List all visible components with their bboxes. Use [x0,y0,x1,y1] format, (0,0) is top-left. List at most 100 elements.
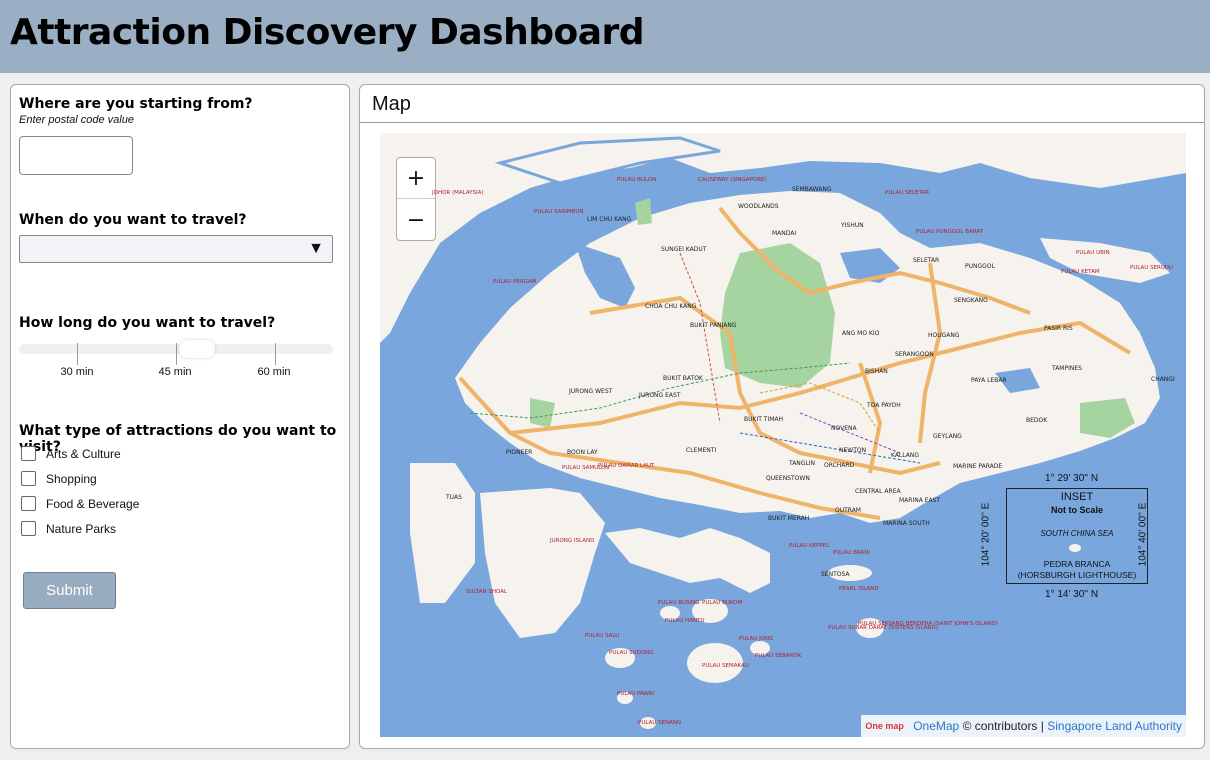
island-label: JOHOR (MALAYSIA) [432,190,484,196]
island-label: PULAU BUSING [658,600,700,606]
when-question: When do you want to travel? [19,212,247,228]
area-label: LIM CHU KANG [587,216,632,223]
area-label: TUAS [446,494,462,501]
checkbox-label: Nature Parks [46,522,117,536]
area-label: ORCHARD [824,462,855,469]
checkbox[interactable] [21,471,36,486]
island-label: PULAU SELETAR [885,190,930,196]
island-label: PULAU SENANG [638,720,682,726]
area-label: PASIR RIS [1044,325,1073,332]
area-label: BEDOK [1026,417,1048,424]
area-label: JURONG EAST [639,392,681,399]
map-card: Map + − INSET Not to Scale SOUTH CHINA S… [359,84,1205,749]
area-label: JURONG WEST [569,388,613,395]
area-label: TOA PAYOH [867,402,901,409]
inset-note: Not to Scale [1050,505,1103,515]
inset-lon-left: 104° 20' 00'' E [980,502,992,567]
app-header: Attraction Discovery Dashboard [0,0,1210,73]
area-label: BISHAN [865,368,888,375]
area-label: BUKIT BATOK [663,375,703,382]
inset-lat-bottom: 1° 14' 30'' N [1045,589,1099,600]
island-label: PULAU SEMAKAU [702,663,749,669]
duration-question: How long do you want to travel? [19,315,276,331]
sla-link[interactable]: Singapore Land Authority [1047,719,1182,733]
area-label: PAYA LEBAR [971,377,1007,384]
filter-panel: Where are you starting from? Enter posta… [10,84,350,749]
duration-tick-label: 30 min [60,366,94,378]
island-label: PULAU BRANI [833,550,870,556]
inset-box: INSET Not to Scale SOUTH CHINA SEA PEDRA… [1006,488,1148,584]
island-label: PULAU PERGAM [493,279,537,285]
area-label: SENTOSA [821,571,850,578]
island-label: PULAU HANTU [665,618,705,624]
island-label: PULAU SARIMBUN [534,209,584,215]
area-label: WOODLANDS [738,203,779,210]
travel-time-select[interactable]: ▼ [19,235,333,263]
duration-slider-thumb[interactable] [179,340,215,358]
island-label: PEARL ISLAND [839,586,879,592]
checkbox-label: Shopping [46,472,97,486]
area-label: MARINA SOUTH [883,520,930,527]
onemap-link[interactable]: OneMap [913,719,959,733]
area-label: CHANGI [1151,376,1175,383]
map-view[interactable]: + − INSET Not to Scale SOUTH CHINA SEA P… [380,133,1186,737]
area-label: YISHUN [841,222,864,229]
island-label: PULAU SALU [585,633,620,639]
area-label: GEYLANG [933,433,962,440]
postal-code-input[interactable] [19,136,133,175]
area-label: OUTRAM [835,507,861,514]
duration-tick-label: 45 min [158,366,192,378]
page-title: Attraction Discovery Dashboard [10,12,645,53]
area-label: BUKIT PANJANG [690,322,737,329]
area-label: CHOA CHU KANG [645,303,697,310]
area-label: MARINE PARADE [953,463,1003,470]
area-label: HOUGANG [928,332,960,339]
dropdown-arrow-icon: ▼ [308,240,324,257]
inset-lat-top: 1° 29' 30'' N [1045,473,1099,484]
area-label: BUKIT TIMAH [744,416,784,423]
checkbox-label: Arts & Culture [46,447,121,461]
attribution-text: © contributors | [962,719,1044,733]
singapore-map-graphic [380,133,1186,729]
checkbox[interactable] [21,496,36,511]
start-question: Where are you starting from? [19,96,253,112]
island-label: PULAU SEKIJANG BENDERA (SAINT JOHN'S ISL… [858,621,998,627]
area-label: ANG MO KIO [842,330,880,337]
inset-place-name: PEDRA BRANCA [1043,559,1111,569]
area-label: QUEENSTOWN [766,475,810,482]
area-label: TANGLIN [789,460,816,467]
duration-tick [77,343,78,365]
island-label: PULAU PUNGGOL BARAT [916,229,984,235]
zoom-out-button[interactable]: − [397,200,435,241]
island-label: PULAU UBIN [1076,250,1110,256]
area-label: PUNGGOL [965,263,995,270]
zoom-control: + − [396,157,436,241]
submit-button[interactable]: Submit [23,572,116,609]
duration-tick-label: 60 min [257,366,291,378]
map-divider [360,122,1204,123]
inset-lon-right: 104° 40' 00'' E [1137,502,1149,567]
area-label: NEWTON [839,447,867,454]
area-label: SELETAR [913,257,940,264]
checkbox[interactable] [21,521,36,536]
duration-tick [176,343,177,365]
island-label: JURONG ISLAND [550,538,595,544]
zoom-in-button[interactable]: + [397,158,435,199]
area-label: SENGKANG [954,297,988,304]
onemap-logo-icon: One map [865,721,904,732]
area-label: MARINA EAST [899,497,941,504]
island-label: PULAU SERUDU [1130,265,1174,271]
map-attribution: One map OneMap © contributors | Singapor… [861,715,1186,737]
area-label: SERANGOON [895,351,934,358]
inset-sea-label: SOUTH CHINA SEA [1040,529,1114,538]
area-label: SUNGEI KADUT [661,246,707,253]
map-title: Map [372,93,411,115]
island-label: SULTAN SHOAL [466,589,508,595]
inset-place-label: PEDRA BRANCA (HORSBURGH LIGHTHOUSE) [1007,559,1147,581]
area-label: CENTRAL AREA [855,488,901,495]
area-label: TAMPINES [1052,365,1082,372]
island-label: PULAU BUKOM [702,600,743,606]
area-label: CLEMENTI [686,447,717,454]
checkbox[interactable] [21,446,36,461]
area-label: NOVENA [831,425,857,432]
